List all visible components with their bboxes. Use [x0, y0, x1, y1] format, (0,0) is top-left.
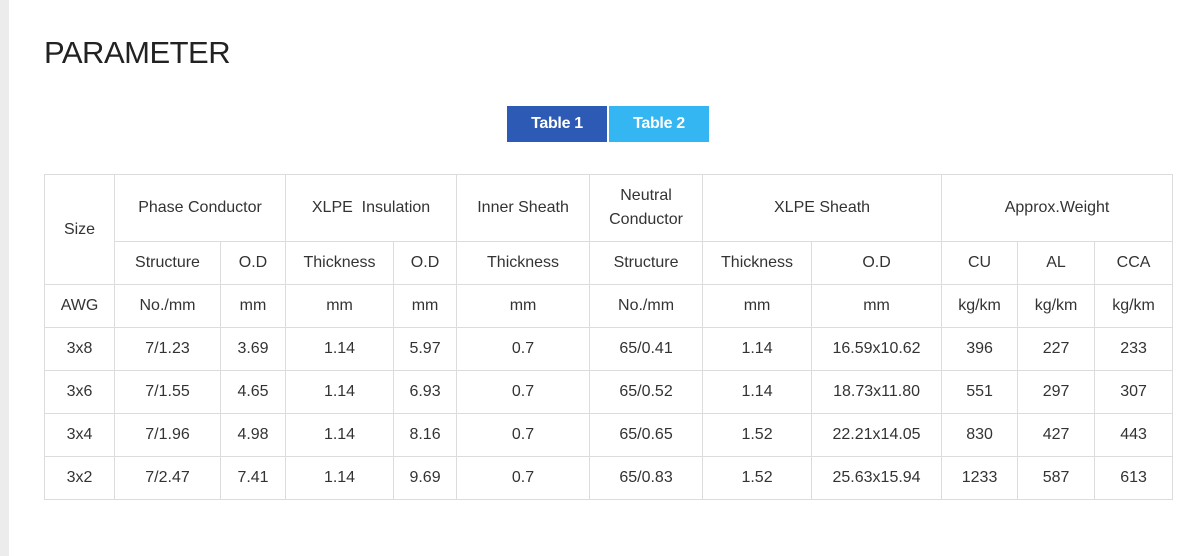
- approx-weight-header: Approx.Weight: [941, 174, 1174, 242]
- inner-sheath-header: Inner Sheath: [456, 174, 591, 242]
- xlpe-insulation-header: XLPE Insulation: [285, 174, 458, 242]
- table-cell: 65/0.52: [589, 370, 704, 414]
- table-cell: 0.7: [456, 327, 591, 371]
- sheath-thickness-header: Thickness: [702, 241, 813, 285]
- weight-cca-header: CCA: [1094, 241, 1174, 285]
- unit-cell: No./mm: [589, 284, 704, 328]
- table-cell: 22.21x14.05: [811, 413, 943, 457]
- table-cell: 7/1.96: [114, 413, 221, 457]
- table-cell: 227: [1017, 327, 1096, 371]
- table-cell: 551: [941, 370, 1019, 414]
- inner-sheath-thickness-header: Thickness: [456, 241, 591, 285]
- table-cell: 233: [1094, 327, 1174, 371]
- unit-cell: mm: [702, 284, 813, 328]
- header-row-subcolumns: Structure O.D Thickness O.D Thickness St…: [45, 241, 1174, 285]
- unit-cell: mm: [456, 284, 591, 328]
- table-cell: 7.41: [219, 456, 287, 500]
- header-row-groups: Size Phase Conductor XLPE Insulation Inn…: [44, 174, 1174, 285]
- tab-table-2[interactable]: Table 2: [609, 106, 709, 142]
- table-cell: 7/2.47: [114, 456, 221, 500]
- neutral-conductor-header-line2: Conductor: [609, 211, 683, 228]
- table-cell: 3x4: [44, 413, 115, 457]
- tab-table-1[interactable]: Table 1: [507, 106, 607, 142]
- unit-cell: AWG: [44, 284, 115, 328]
- table-cell: 613: [1094, 456, 1174, 500]
- insulation-thickness-header: Thickness: [285, 241, 395, 285]
- table-cell: 7/1.23: [114, 327, 221, 371]
- table-cell: 1.14: [285, 327, 395, 371]
- unit-cell: mm: [811, 284, 943, 328]
- table-cell: 1.14: [702, 370, 813, 414]
- table-cell: 0.7: [456, 456, 591, 500]
- table-cell: 0.7: [456, 413, 591, 457]
- table-cell: 396: [941, 327, 1019, 371]
- table-cell: 587: [1017, 456, 1096, 500]
- table-cell: 3x6: [44, 370, 115, 414]
- phase-conductor-header: Phase Conductor: [113, 174, 287, 242]
- table-cell: 1.14: [285, 370, 395, 414]
- table-cell: 4.65: [219, 370, 287, 414]
- table-cell: 3x2: [44, 456, 115, 500]
- table-cell: 6.93: [393, 370, 458, 414]
- table-cell: 16.59x10.62: [811, 327, 943, 371]
- table-cell: 1.14: [285, 413, 395, 457]
- page-title: PARAMETER: [44, 35, 231, 70]
- table-cell: 427: [1017, 413, 1096, 457]
- table-cell: 8.16: [393, 413, 458, 457]
- weight-al-header: AL: [1017, 241, 1096, 285]
- table-cell: 3x8: [44, 327, 115, 371]
- weight-cu-header: CU: [941, 241, 1019, 285]
- table-cell: 0.7: [456, 370, 591, 414]
- neutral-conductor-header-line1: Neutral: [620, 187, 672, 204]
- table-cell: 1.52: [702, 456, 813, 500]
- table-cell: 9.69: [393, 456, 458, 500]
- table-row: 3x2 7/2.47 7.41 1.14 9.69 0.7 65/0.83 1.…: [44, 456, 1174, 500]
- table-cell: 1.14: [702, 327, 813, 371]
- table-cell: 1.52: [702, 413, 813, 457]
- table-cell: 65/0.83: [589, 456, 704, 500]
- table-cell: 307: [1094, 370, 1174, 414]
- pc-structure-header: Structure: [114, 241, 221, 285]
- unit-cell: kg/km: [1094, 284, 1174, 328]
- unit-cell: mm: [393, 284, 458, 328]
- table-cell: 5.97: [393, 327, 458, 371]
- insulation-od-header: O.D: [393, 241, 458, 285]
- table-cell: 443: [1094, 413, 1174, 457]
- table-row: 3x6 7/1.55 4.65 1.14 6.93 0.7 65/0.52 1.…: [44, 370, 1174, 414]
- parameter-table: Size Phase Conductor XLPE Insulation Inn…: [44, 174, 1174, 500]
- table-cell: 65/0.65: [589, 413, 704, 457]
- table-cell: 3.69: [219, 327, 287, 371]
- table-cell: 25.63x15.94: [811, 456, 943, 500]
- table-cell: 7/1.55: [114, 370, 221, 414]
- unit-cell: kg/km: [941, 284, 1019, 328]
- unit-cell: mm: [285, 284, 395, 328]
- unit-cell: No./mm: [114, 284, 221, 328]
- neutral-conductor-header: Neutral Conductor: [589, 174, 704, 242]
- sheath-od-header: O.D: [811, 241, 943, 285]
- table-cell: 65/0.41: [589, 327, 704, 371]
- table-cell: 18.73x11.80: [811, 370, 943, 414]
- table-cell: 830: [941, 413, 1019, 457]
- unit-cell: kg/km: [1017, 284, 1096, 328]
- table-cell: 4.98: [219, 413, 287, 457]
- size-header: Size: [44, 174, 115, 285]
- neutral-structure-header: Structure: [589, 241, 704, 285]
- table-cell: 297: [1017, 370, 1096, 414]
- table-row: 3x4 7/1.96 4.98 1.14 8.16 0.7 65/0.65 1.…: [44, 413, 1174, 457]
- pc-od-header: O.D: [219, 241, 287, 285]
- units-row: AWG No./mm mm mm mm mm No./mm mm mm kg/k…: [44, 284, 1174, 328]
- table-tabs: Table 1 Table 2: [507, 106, 709, 142]
- table-cell: 1.14: [285, 456, 395, 500]
- table-row: 3x8 7/1.23 3.69 1.14 5.97 0.7 65/0.41 1.…: [44, 327, 1174, 371]
- table-cell: 1233: [941, 456, 1019, 500]
- unit-cell: mm: [219, 284, 287, 328]
- xlpe-sheath-header: XLPE Sheath: [702, 174, 943, 242]
- left-edge-strip: [0, 0, 9, 556]
